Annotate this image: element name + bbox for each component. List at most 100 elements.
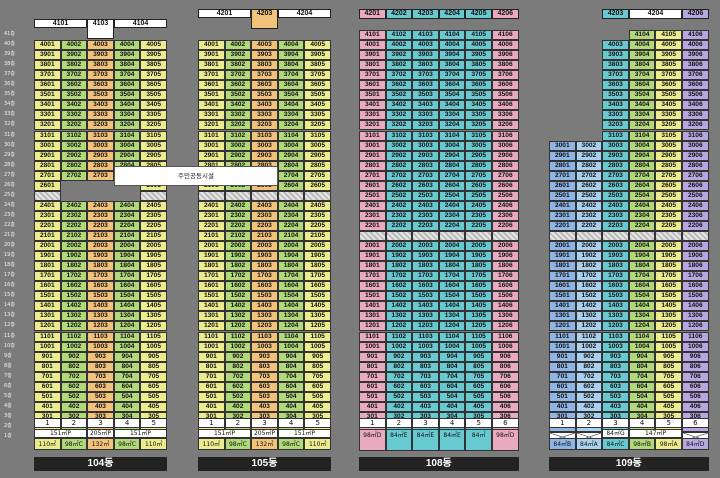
penthouse-header: 4204: [438, 9, 466, 19]
unit-cell: 3606: [682, 80, 709, 91]
area-label: 205㎡P: [251, 429, 278, 438]
unit-type: 110㎡: [140, 438, 167, 450]
unit-cell: 1902: [575, 251, 603, 262]
unit-cell: 3101: [198, 130, 225, 141]
unit-cell: 2301: [359, 210, 386, 221]
unit-cell: 3501: [198, 90, 225, 101]
unit-cell: 1205: [304, 321, 331, 332]
floor-label: 32층: [4, 121, 15, 128]
unit-cell: 1004: [628, 341, 656, 352]
unit-cell: 1201: [34, 321, 61, 332]
unit-cell: 2905: [465, 150, 492, 161]
unit-cell: 3705: [304, 70, 331, 81]
unit-cell: 704: [438, 371, 466, 382]
unit-cell: 3806: [492, 60, 519, 71]
unit-cell: 1704: [438, 271, 466, 282]
unit-cell: 3705: [655, 70, 682, 81]
unit-cell: 1804: [628, 261, 656, 272]
unit-cell: 1903: [87, 251, 114, 262]
unit-cell: 4005: [465, 40, 492, 51]
unit-cell: 1805: [465, 261, 492, 272]
unit-cell: 2706: [492, 170, 519, 181]
unit-cell: 1005: [465, 341, 492, 352]
unit-cell: 1502: [60, 291, 88, 302]
unit-cell: 2102: [60, 231, 88, 242]
unit-cell: 2403: [251, 200, 278, 211]
unit-cell: 3802: [224, 60, 252, 71]
penthouse-header: 4203: [602, 9, 629, 19]
building-name: 109동: [549, 457, 709, 471]
unit-cell: 3804: [277, 60, 305, 71]
unit-cell: 3303: [87, 110, 114, 121]
unit-cell: 3202: [224, 120, 252, 131]
unit-cell: 2304: [113, 210, 141, 221]
unit-cell: 405: [465, 401, 492, 412]
unit-cell: 603: [87, 381, 114, 392]
unit-cell: 2502: [385, 190, 413, 201]
floor-label: 14층: [4, 302, 15, 309]
unit-cell: 1401: [198, 301, 225, 312]
unit-cell: 2401: [198, 200, 225, 211]
unit-cell: 705: [465, 371, 492, 382]
unit-cell: 1603: [602, 281, 629, 292]
unit-cell: 606: [492, 381, 519, 392]
unit-cell: 3403: [602, 100, 629, 111]
unit-cell: 2401: [359, 200, 386, 211]
unit-cell: 1104: [628, 331, 656, 342]
unit-cell: 3105: [465, 130, 492, 141]
unit-cell: 2505: [465, 190, 492, 201]
unit-cell: 1506: [682, 291, 709, 302]
unit-cell: 3804: [628, 60, 656, 71]
unit-cell: 1705: [140, 271, 167, 282]
unit-cell: 1503: [412, 291, 439, 302]
unit-cell: 3301: [34, 110, 61, 121]
unit-cell: 804: [438, 361, 466, 372]
unit-cell: 1003: [251, 341, 278, 352]
unit-cell: 2701: [549, 170, 576, 181]
unit-cell: 1606: [682, 281, 709, 292]
floor-label: 27층: [4, 171, 15, 178]
unit-cell: 3804: [113, 60, 141, 71]
unit-cell: 2704: [438, 170, 466, 181]
unit-cell: 905: [140, 351, 167, 362]
unit-cell: 2104: [113, 231, 141, 242]
unit-cell: 3604: [438, 80, 466, 91]
unit-cell: 702: [60, 371, 88, 382]
unit-cell: 3901: [198, 50, 225, 61]
floor-label: 34층: [4, 101, 15, 108]
unit-cell: 2401: [34, 200, 61, 211]
unit-cell: 4003: [602, 40, 629, 51]
unit-cell: 2803: [412, 160, 439, 171]
unit-cell: 3504: [628, 90, 656, 101]
unit-cell: 3203: [412, 120, 439, 131]
unit-cell-blank: [465, 231, 492, 242]
unit-cell: 3905: [655, 50, 682, 61]
unit-cell: 3904: [277, 50, 305, 61]
unit-cell: 3404: [628, 100, 656, 111]
unit-cell: 4004: [277, 40, 305, 51]
unit-cell: 3806: [682, 60, 709, 71]
unit-cell: 1402: [385, 301, 413, 312]
unit-cell: 3404: [113, 100, 141, 111]
unit-cell: 1302: [224, 311, 252, 322]
floor-label: 23층: [4, 211, 15, 218]
penthouse-header: 4206: [682, 9, 709, 19]
unit-cell: 2001: [198, 241, 225, 252]
unit-cell: 1005: [140, 341, 167, 352]
floor-label: 33층: [4, 111, 15, 118]
unit-cell: 1304: [438, 311, 466, 322]
unit-cell: 3604: [113, 80, 141, 91]
unit-cell: 405: [655, 401, 682, 412]
unit-cell: 603: [251, 381, 278, 392]
unit-cell: 2202: [60, 220, 88, 231]
unit-cell: 4002: [60, 40, 88, 51]
unit-cell: 1103: [602, 331, 629, 342]
unit-cell: 2004: [277, 241, 305, 252]
unit-cell: 2005: [304, 241, 331, 252]
unit-cell: 1005: [655, 341, 682, 352]
unit-cell: 1604: [438, 281, 466, 292]
unit-cell: 1903: [602, 251, 629, 262]
unit-cell: 2705: [655, 170, 682, 181]
unit-cell: 3405: [655, 100, 682, 111]
unit-cell: 3205: [140, 120, 167, 131]
